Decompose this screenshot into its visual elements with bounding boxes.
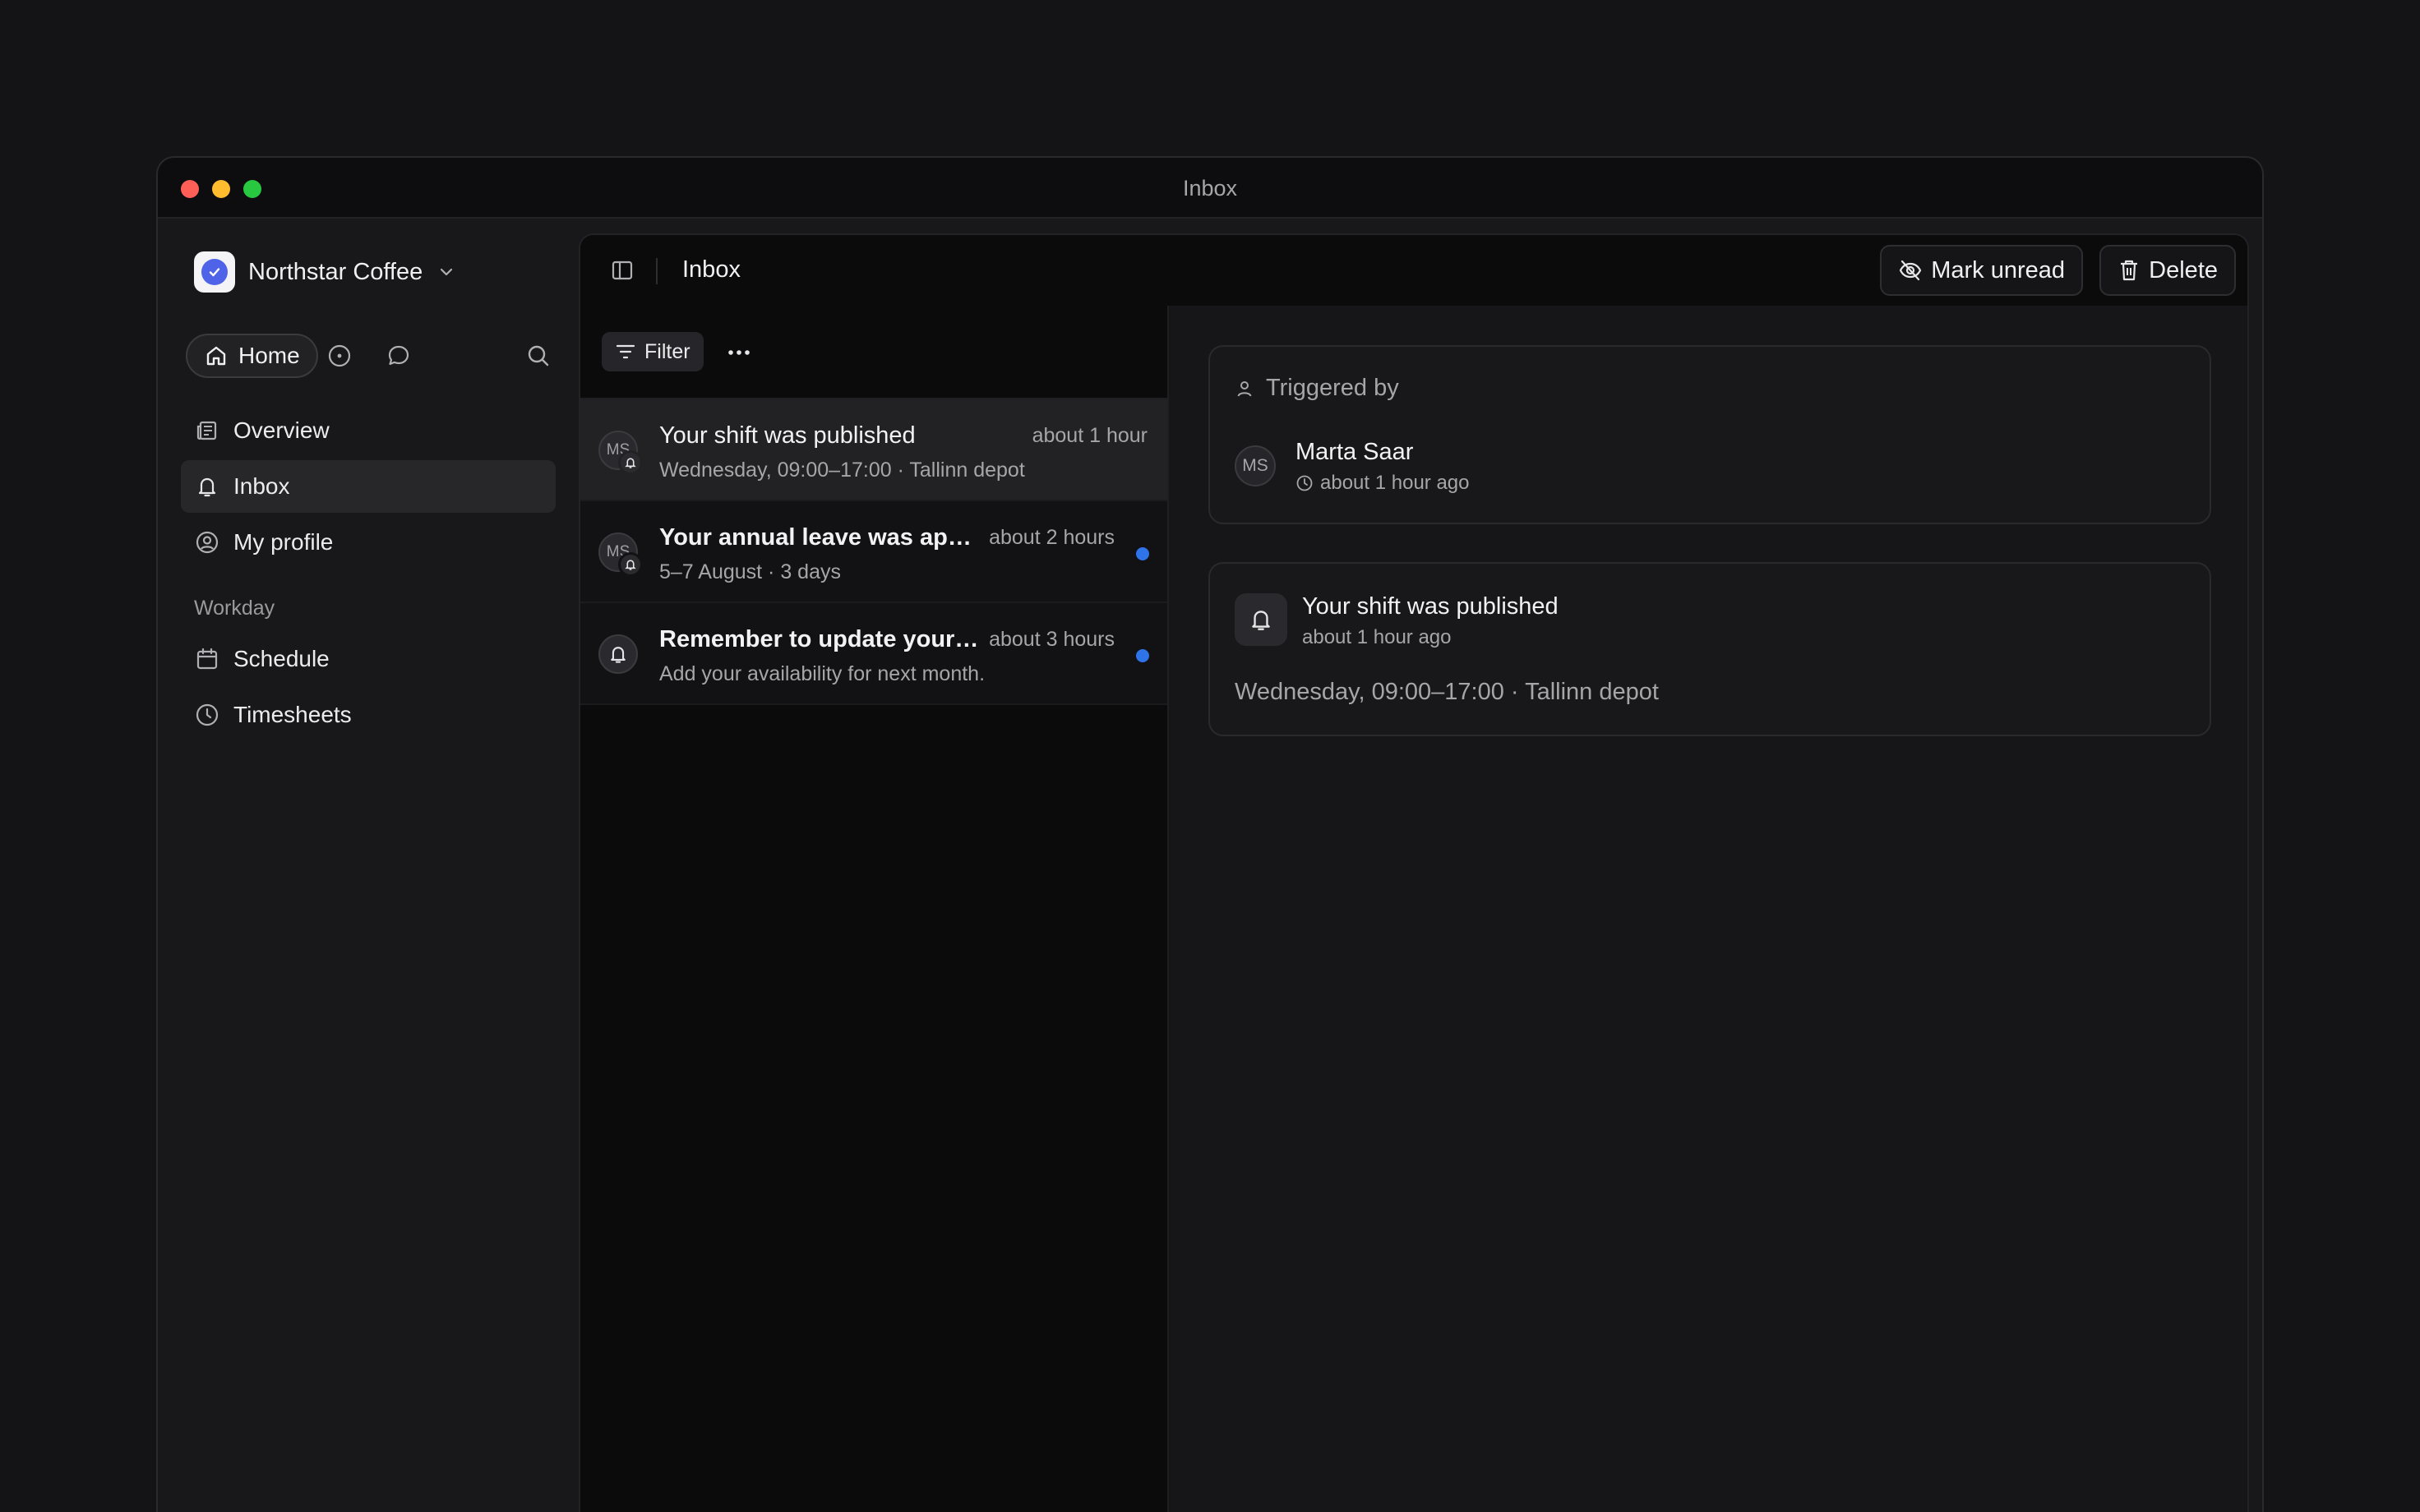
avatar: MS: [1235, 445, 1276, 486]
sidebar-toggle-icon[interactable]: [610, 258, 635, 283]
sidebar-item-label: Inbox: [233, 473, 290, 499]
unread-indicator: [1136, 649, 1149, 662]
sidebar-nav: Overview Inbox My profile Workday Schedu…: [181, 404, 556, 744]
list-item-subtitle: Wednesday, 09:00–17:00 · Tallinn depot: [659, 459, 1025, 482]
list-item-time: about 2 hours: [989, 526, 1115, 549]
top-nav: Home: [186, 334, 551, 378]
user-icon: [1235, 379, 1254, 399]
bell-icon: [598, 634, 638, 674]
search-icon[interactable]: [526, 343, 551, 368]
eye-off-icon: [1898, 258, 1923, 283]
trigger-time-label: about 1 hour ago: [1320, 472, 1470, 494]
sidebar-item-overview[interactable]: Overview: [181, 404, 556, 457]
app-window: Inbox Northstar Coffee Home Overview Inb…: [156, 156, 2264, 1512]
filter-label: Filter: [644, 339, 690, 363]
sidebar-item-label: Schedule: [233, 646, 330, 671]
list-item-subtitle: 5–7 August · 3 days: [659, 560, 841, 583]
clock-icon: [1295, 474, 1314, 492]
list-item-time: about 3 hours: [989, 628, 1115, 651]
list-item-title: Your shift was published: [659, 422, 916, 449]
check-icon: [201, 259, 228, 285]
section-label-workday: Workday: [194, 597, 275, 620]
delete-button[interactable]: Delete: [2099, 245, 2236, 296]
main-header: Inbox Mark unread Delete: [580, 235, 2247, 306]
sidebar-item-label: My profile: [233, 529, 334, 555]
filter-button[interactable]: Filter: [602, 332, 704, 371]
sidebar-item-label: Overview: [233, 417, 330, 443]
mark-unread-button[interactable]: Mark unread: [1880, 245, 2083, 296]
home-button[interactable]: Home: [186, 334, 318, 378]
filter-icon: [615, 341, 636, 362]
delete-label: Delete: [2149, 256, 2218, 284]
unread-indicator: [1136, 547, 1149, 560]
user-circle-icon: [194, 529, 220, 555]
newspaper-icon: [194, 417, 220, 444]
window-title: Inbox: [1182, 176, 1238, 201]
sidebar-item-my-profile[interactable]: My profile: [181, 516, 556, 569]
list-item-time: about 1 hour: [1032, 424, 1148, 447]
sidebar-item-label: Timesheets: [233, 702, 352, 727]
bell-icon: [194, 473, 220, 500]
notification-card: Your shift was published about 1 hour ag…: [1208, 562, 2211, 736]
chat-icon[interactable]: [386, 343, 411, 368]
sidebar-item-schedule[interactable]: Schedule: [181, 633, 556, 685]
trigger-time: about 1 hour ago: [1295, 472, 1470, 495]
list-toolbar: Filter: [580, 306, 1167, 399]
bell-icon: [618, 450, 643, 475]
bell-icon: [618, 552, 643, 577]
list-item-subtitle: Add your availability for next month.: [659, 662, 986, 685]
org-logo: [194, 251, 235, 293]
notification-time: about 1 hour ago: [1302, 626, 1452, 648]
trigger-user-name[interactable]: Marta Saar: [1295, 439, 1413, 466]
page-title: Inbox: [682, 256, 741, 283]
main-panel: Inbox Mark unread Delete Filter MS Your …: [579, 233, 2249, 1512]
list-item-title: Your annual leave was app...: [659, 524, 980, 551]
triggered-by-heading: Triggered by: [1235, 375, 1399, 402]
clock-icon: [194, 702, 220, 728]
home-icon: [204, 343, 229, 368]
list-item[interactable]: Remember to update your ... about 3 hour…: [580, 603, 1167, 705]
home-label: Home: [238, 343, 300, 368]
sidebar: Northstar Coffee Home Overview Inbox My …: [158, 219, 579, 1512]
triggered-by-label: Triggered by: [1266, 375, 1399, 401]
list-item-title: Remember to update your ...: [659, 626, 980, 652]
activity-icon[interactable]: [327, 343, 352, 368]
chevron-down-icon: [437, 263, 455, 281]
notification-title: Your shift was published: [1302, 593, 1559, 620]
list-item[interactable]: MS Your annual leave was app... about 2 …: [580, 501, 1167, 603]
notification-detail-pane: Triggered by MS Marta Saar about 1 hour …: [1169, 306, 2247, 1512]
title-bar: Inbox: [158, 158, 2262, 219]
notification-list: MS Your shift was published about 1 hour…: [580, 399, 1167, 705]
list-item[interactable]: MS Your shift was published about 1 hour…: [580, 399, 1167, 501]
header-divider: [656, 258, 658, 284]
notification-list-pane: Filter MS Your shift was published about…: [580, 306, 1169, 1512]
trash-icon: [2118, 258, 2141, 283]
mark-unread-label: Mark unread: [1931, 256, 2065, 284]
sidebar-item-inbox[interactable]: Inbox: [181, 460, 556, 513]
notification-body: Wednesday, 09:00–17:00 · Tallinn depot: [1235, 679, 1659, 705]
calendar-icon: [194, 646, 220, 672]
org-name: Northstar Coffee: [248, 258, 423, 285]
sidebar-item-timesheets[interactable]: Timesheets: [181, 689, 556, 741]
org-switcher[interactable]: Northstar Coffee: [194, 251, 455, 293]
bell-icon: [1235, 593, 1287, 646]
triggered-by-card: Triggered by MS Marta Saar about 1 hour …: [1208, 345, 2211, 524]
more-options-icon[interactable]: [725, 339, 753, 366]
